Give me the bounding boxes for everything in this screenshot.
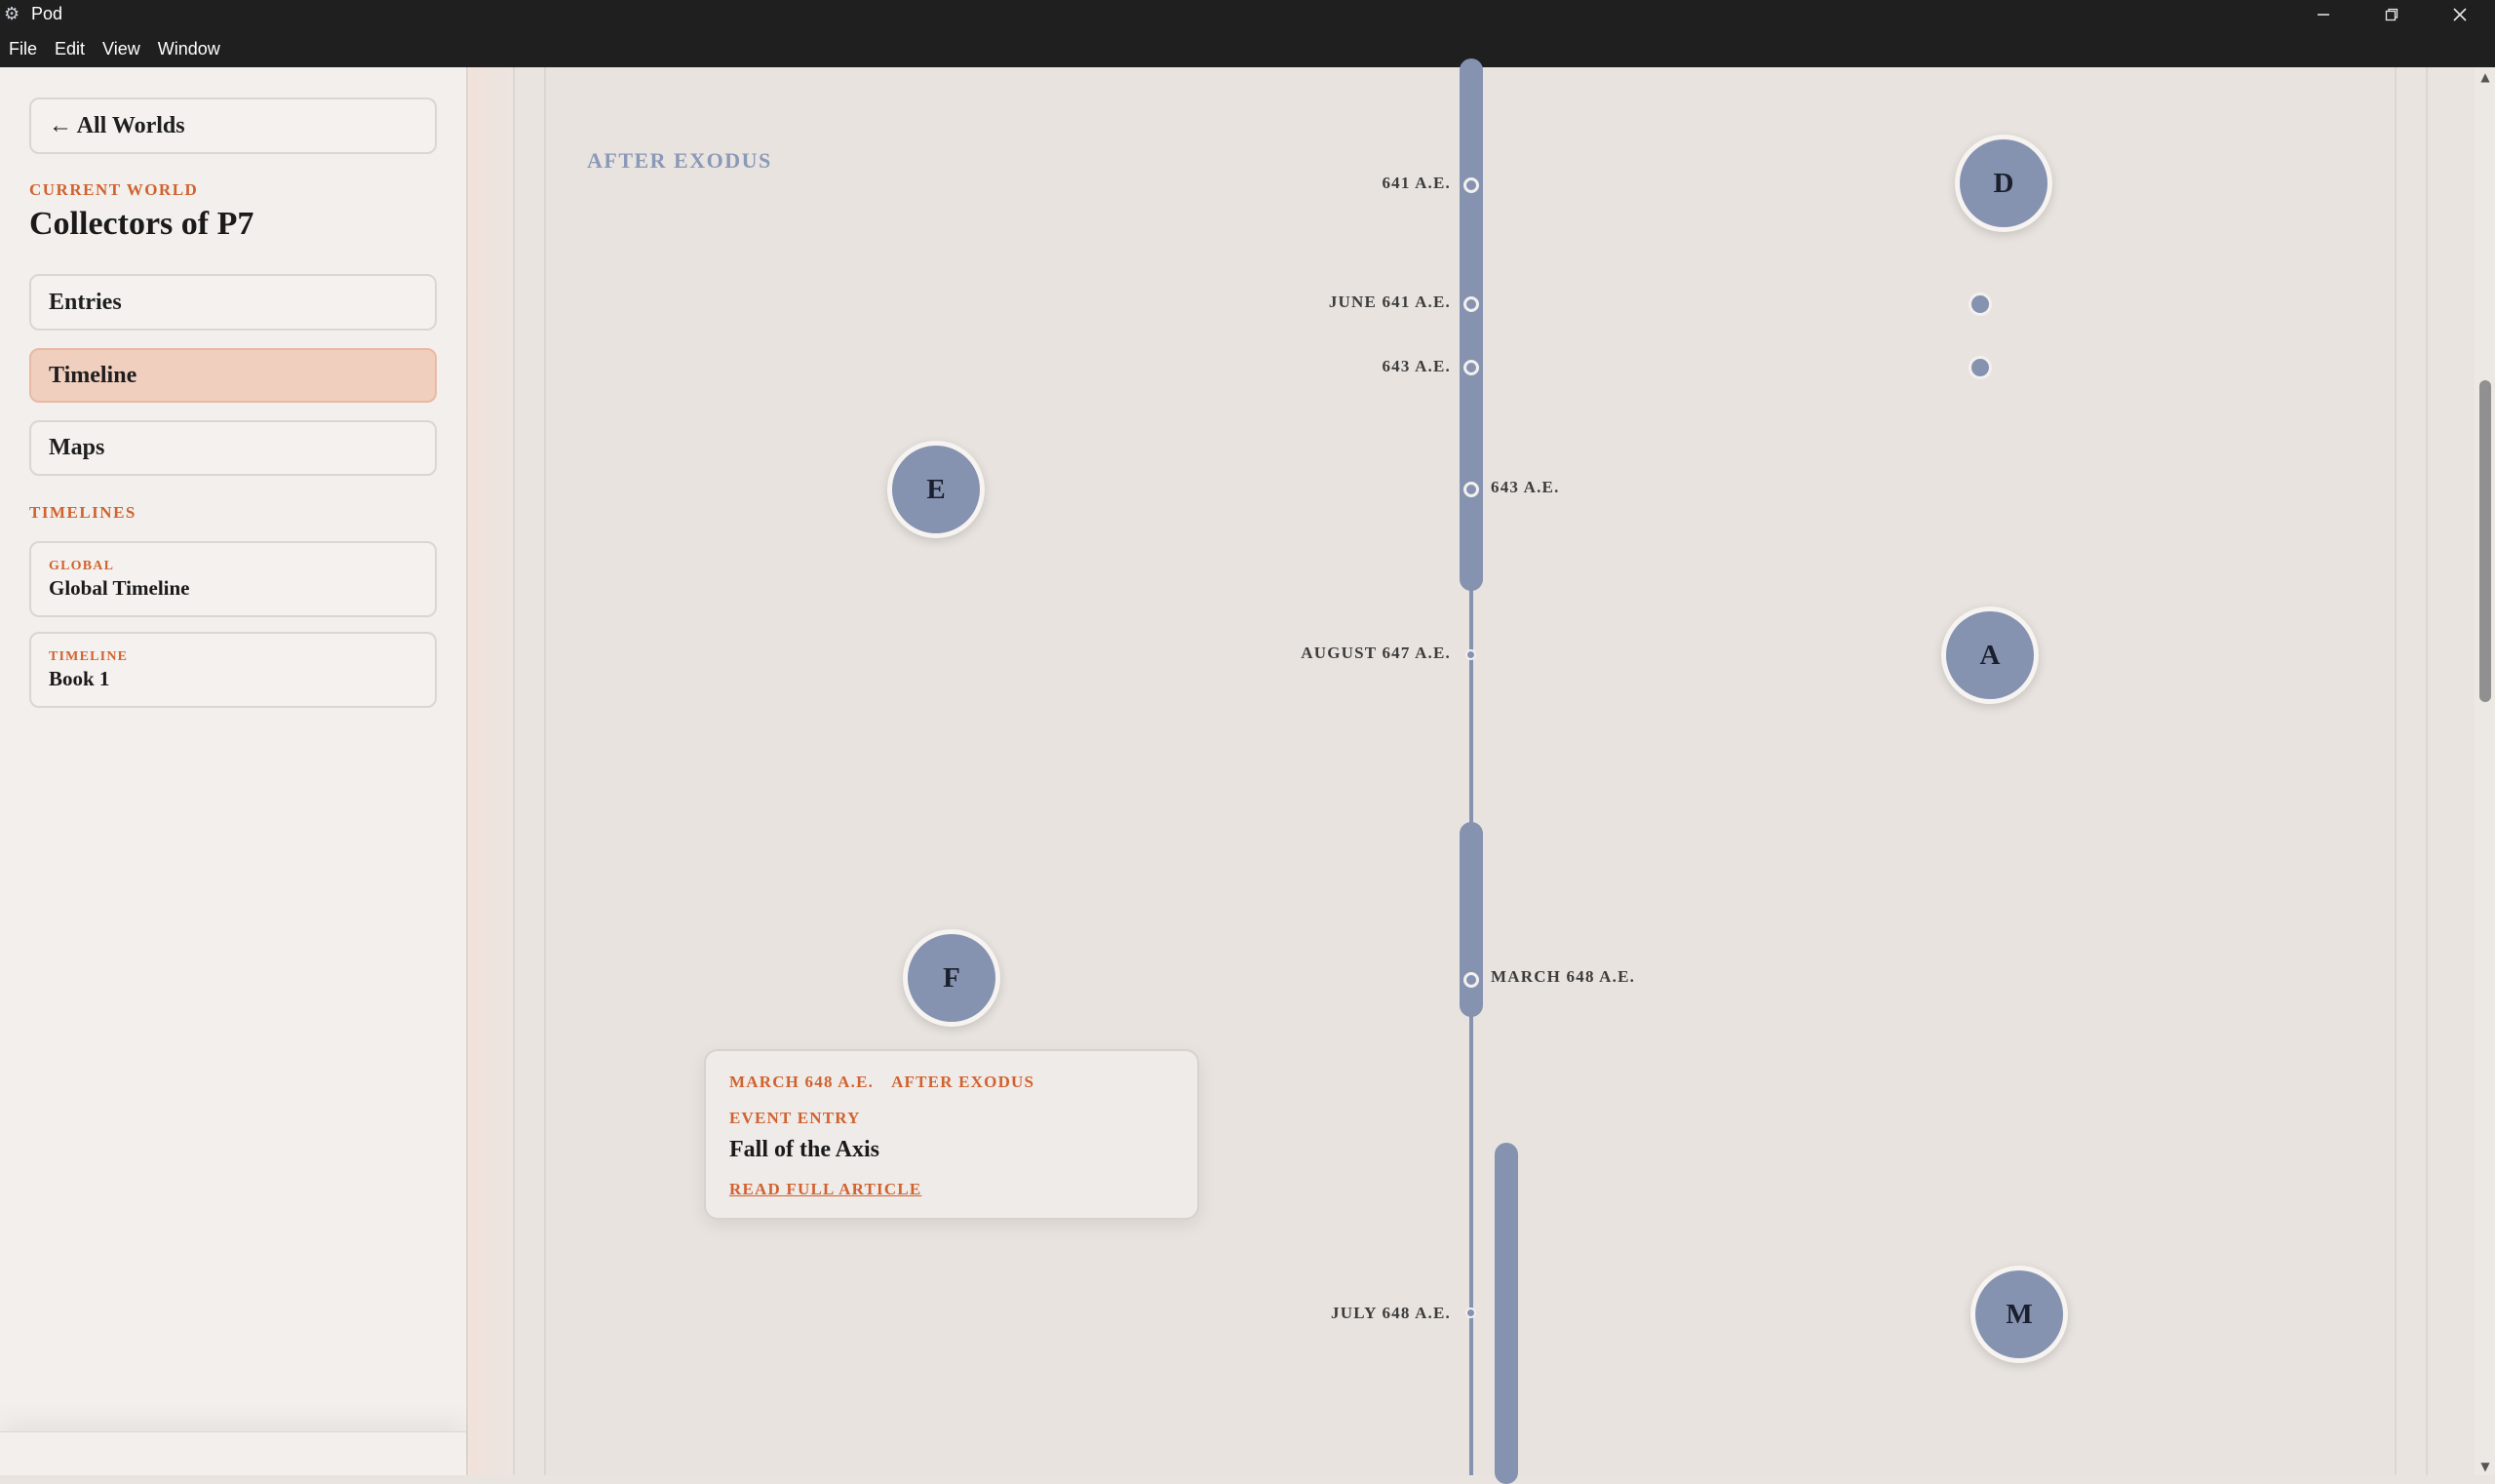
app-gear-icon: ⚙ <box>4 4 20 23</box>
timeline-span-bar[interactable] <box>1495 1143 1518 1484</box>
timelines-section-label: TIMELINES <box>29 503 136 522</box>
timeline-node-d[interactable]: D <box>1955 135 2052 232</box>
all-worlds-button[interactable]: ← All Worlds <box>29 98 437 154</box>
panel-margin <box>515 67 546 1475</box>
scrollbar-thumb[interactable] <box>2479 380 2491 702</box>
timeline-span-bar[interactable] <box>1460 59 1483 591</box>
timeline-node-m[interactable]: M <box>1970 1266 2068 1363</box>
timeline-node-e[interactable]: E <box>887 441 985 538</box>
event-popup: MARCH 648 A.E. AFTER EXODUS EVENT ENTRY F… <box>704 1049 1199 1220</box>
timeline-tick[interactable] <box>1463 482 1479 497</box>
restore-icon[interactable] <box>2358 0 2426 29</box>
menu-bar: File Edit View Window <box>0 36 229 61</box>
timeline-tick[interactable] <box>1463 177 1479 193</box>
menu-edit[interactable]: Edit <box>46 36 94 61</box>
timeline-kind: TIMELINE <box>49 649 129 664</box>
timeline-tick[interactable] <box>1463 360 1479 375</box>
date-label: 641 A.E. <box>1382 174 1451 192</box>
timeline-node-a[interactable]: A <box>1941 606 2039 704</box>
timeline-event-dot[interactable] <box>1969 293 1992 316</box>
nav-maps[interactable]: Maps <box>29 420 437 476</box>
popup-meta: MARCH 648 A.E. AFTER EXODUS <box>729 1073 1034 1092</box>
menu-file[interactable]: File <box>0 36 46 61</box>
read-full-article-link[interactable]: READ FULL ARTICLE <box>729 1180 921 1199</box>
popup-era: AFTER EXODUS <box>891 1073 1035 1091</box>
era-label: AFTER EXODUS <box>587 148 772 173</box>
timeline-node-f[interactable]: F <box>903 929 1000 1027</box>
minimize-icon[interactable] <box>2289 0 2358 29</box>
timeline-card-global[interactable]: GLOBAL Global Timeline <box>29 541 437 617</box>
popup-title: Fall of the Axis <box>729 1137 879 1162</box>
current-world-label: CURRENT WORLD <box>29 180 199 199</box>
timeline-name: Global Timeline <box>49 576 190 600</box>
date-label: JULY 648 A.E. <box>1331 1304 1451 1322</box>
timeline-tick[interactable] <box>1463 296 1479 312</box>
date-label: 643 A.E. <box>1382 357 1451 375</box>
nav-entries[interactable]: Entries <box>29 274 437 331</box>
window-title: Pod <box>31 4 63 23</box>
popup-kind: EVENT ENTRY <box>729 1109 861 1127</box>
title-bar: ⚙ Pod File Edit View Window <box>0 0 2495 67</box>
panel-gutter <box>468 67 515 1475</box>
popup-date: MARCH 648 A.E. <box>729 1073 875 1091</box>
timeline-tick[interactable] <box>1463 972 1479 988</box>
date-label: AUGUST 647 A.E. <box>1301 644 1451 662</box>
scroll-up-icon[interactable]: ▲ <box>2476 70 2494 84</box>
timeline-event-dot[interactable] <box>1969 356 1992 379</box>
sidebar-footer <box>0 1431 466 1475</box>
timeline-name: Book 1 <box>49 667 110 690</box>
scrollbar[interactable] <box>2475 67 2495 1475</box>
panel-margin-right <box>2397 67 2428 1475</box>
date-label: JUNE 641 A.E. <box>1328 293 1451 311</box>
sidebar: ← All Worlds CURRENT WORLD Collectors of… <box>0 67 468 1475</box>
date-label: MARCH 648 A.E. <box>1491 967 1636 986</box>
timeline-tick[interactable] <box>1465 649 1476 660</box>
timeline-tick[interactable] <box>1465 1308 1476 1318</box>
world-name: Collectors of P7 <box>29 206 254 242</box>
scroll-down-icon[interactable]: ▼ <box>2476 1460 2494 1473</box>
menu-view[interactable]: View <box>94 36 149 61</box>
timeline-span-bar[interactable] <box>1460 822 1483 1017</box>
timeline-card-book-1[interactable]: TIMELINE Book 1 <box>29 632 437 708</box>
menu-window[interactable]: Window <box>149 36 229 61</box>
timeline-kind: GLOBAL <box>49 559 115 573</box>
date-label: 643 A.E. <box>1491 478 1560 496</box>
nav-timeline[interactable]: Timeline <box>29 348 437 403</box>
close-icon[interactable] <box>2426 0 2494 29</box>
